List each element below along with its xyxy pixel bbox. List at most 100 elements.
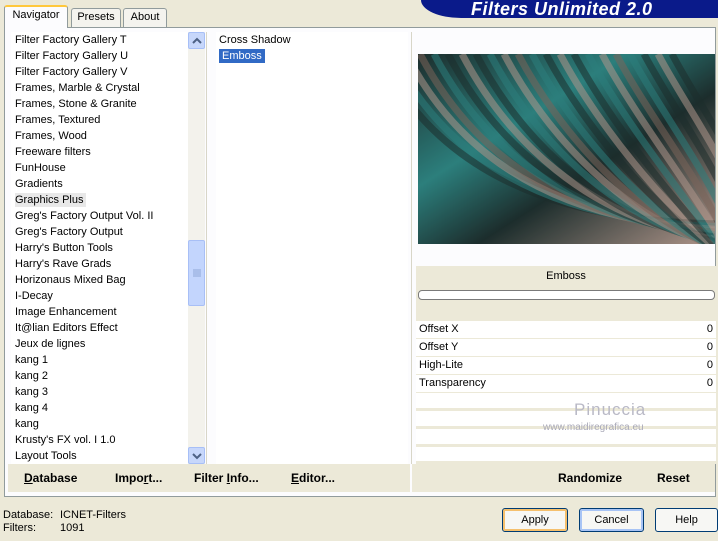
category-item[interactable]: Frames, Textured [11, 112, 188, 128]
status-label: Database: [3, 509, 54, 521]
filter-item[interactable]: Emboss [216, 48, 408, 64]
panel-divider [411, 32, 412, 464]
category-label: FunHouse [15, 162, 66, 174]
status-filters: Filters: 1091 [3, 522, 84, 535]
param-value: 0 [706, 377, 713, 389]
category-label: Graphics Plus [15, 193, 87, 207]
status-value: 1091 [60, 522, 85, 534]
toolbar-separator [410, 464, 412, 492]
category-item[interactable]: kang 1 [11, 352, 188, 368]
category-label: Freeware filters [15, 146, 91, 158]
button-label: atabase [32, 471, 78, 485]
scroll-thumb[interactable] [188, 240, 205, 306]
category-item[interactable]: Freeware filters [11, 144, 188, 160]
button-label: Filter [194, 471, 227, 485]
mnemonic-letter: E [291, 471, 300, 485]
cancel-button[interactable]: Cancel [579, 508, 644, 532]
category-item[interactable]: Layout Tools [11, 448, 188, 464]
category-item[interactable]: kang 2 [11, 368, 188, 384]
category-item[interactable]: Greg's Factory Output [11, 224, 188, 240]
randomize-button[interactable]: Randomize [558, 471, 622, 485]
param-empty-row [416, 393, 716, 408]
param-value: 0 [706, 359, 713, 371]
category-label: kang 3 [15, 386, 49, 398]
category-item[interactable]: Filter Factory Gallery U [11, 48, 188, 64]
category-item[interactable]: kang 4 [11, 400, 188, 416]
category-label: Image Enhancement [15, 306, 117, 318]
param-label: Offset Y [419, 341, 459, 353]
filter-label: Emboss [219, 49, 265, 63]
preview-image [418, 54, 715, 244]
param-offset-x[interactable]: Offset X 0 [416, 321, 716, 338]
status-label: Filters: [3, 522, 36, 534]
tab-about[interactable]: About [123, 8, 167, 27]
category-item[interactable]: Krusty's FX vol. I 1.0 [11, 432, 188, 448]
import-button[interactable]: Import... [115, 471, 162, 485]
category-item[interactable]: Graphics Plus [11, 192, 188, 208]
help-button[interactable]: Help [655, 508, 718, 532]
category-label: Greg's Factory Output Vol. II [15, 210, 154, 222]
category-item[interactable]: Greg's Factory Output Vol. II [11, 208, 188, 224]
category-item[interactable]: Filter Factory Gallery T [11, 32, 188, 48]
button-label: t... [148, 471, 163, 485]
reset-button[interactable]: Reset [657, 471, 690, 485]
banner-title: Filters Unlimited 2.0 [471, 0, 653, 18]
category-item[interactable]: Gradients [11, 176, 188, 192]
param-label: Transparency [419, 377, 486, 389]
tab-navigator[interactable]: Navigator [4, 5, 68, 28]
category-label: I-Decay [15, 290, 53, 302]
scroll-down-button[interactable] [188, 447, 205, 464]
param-value: 0 [706, 323, 713, 335]
progress-bar [418, 290, 715, 300]
param-high-lite[interactable]: High-Lite 0 [416, 357, 716, 374]
filter-list[interactable]: Cross Shadow Emboss [216, 32, 408, 464]
category-item[interactable]: kang 3 [11, 384, 188, 400]
category-item[interactable]: kang [11, 416, 188, 432]
category-list[interactable]: Filter Factory Gallery T Filter Factory G… [11, 32, 188, 464]
param-offset-y[interactable]: Offset Y 0 [416, 339, 716, 356]
category-item[interactable]: Filter Factory Gallery V [11, 64, 188, 80]
editor-button[interactable]: Editor... [291, 471, 335, 485]
scroll-up-button[interactable] [188, 32, 205, 49]
category-item[interactable]: Image Enhancement [11, 304, 188, 320]
category-item[interactable]: Jeux de lignes [11, 336, 188, 352]
category-item[interactable]: I-Decay [11, 288, 188, 304]
tab-presets[interactable]: Presets [71, 8, 121, 27]
category-item[interactable]: It@lian Editors Effect [11, 320, 188, 336]
category-label: Filter Factory Gallery T [15, 34, 127, 46]
category-item[interactable]: FunHouse [11, 160, 188, 176]
category-label: kang 1 [15, 354, 49, 366]
category-label: Gradients [15, 178, 63, 190]
filter-label: Cross Shadow [219, 34, 291, 46]
param-label: Offset X [419, 323, 459, 335]
category-label: Frames, Stone & Granite [15, 98, 137, 110]
category-item[interactable]: Frames, Wood [11, 128, 188, 144]
panel-divider [206, 32, 207, 464]
filter-item[interactable]: Cross Shadow [216, 32, 408, 48]
category-label: Frames, Marble & Crystal [15, 82, 140, 94]
mnemonic-letter: D [24, 471, 33, 485]
chevron-up-icon [192, 37, 202, 44]
category-label: Greg's Factory Output [15, 226, 123, 238]
category-item[interactable]: Frames, Stone & Granite [11, 96, 188, 112]
category-label: Krusty's FX vol. I 1.0 [15, 434, 116, 446]
category-label: Harry's Rave Grads [15, 258, 112, 270]
category-item[interactable]: Harry's Button Tools [11, 240, 188, 256]
filter-info-button[interactable]: Filter Info... [194, 471, 259, 485]
param-label: High-Lite [419, 359, 464, 371]
category-label: Harry's Button Tools [15, 242, 113, 254]
param-transparency[interactable]: Transparency 0 [416, 375, 716, 392]
category-item[interactable]: Horizonaus Mixed Bag [11, 272, 188, 288]
watermark-url: www.maidiregrafica.eu [543, 422, 644, 433]
database-button[interactable]: Database [24, 471, 77, 485]
apply-button[interactable]: Apply [502, 508, 568, 532]
category-item[interactable]: Harry's Rave Grads [11, 256, 188, 272]
button-label: nfo... [230, 471, 259, 485]
category-item[interactable]: Frames, Marble & Crystal [11, 80, 188, 96]
category-label: Jeux de lignes [15, 338, 86, 350]
category-scrollbar[interactable] [188, 32, 205, 464]
button-label: Impo [115, 471, 144, 485]
watermark-name: Pinuccia [574, 400, 647, 419]
grip-icon [193, 269, 201, 277]
bottom-toolbar: Database Import... Filter Info... Editor… [8, 464, 715, 492]
